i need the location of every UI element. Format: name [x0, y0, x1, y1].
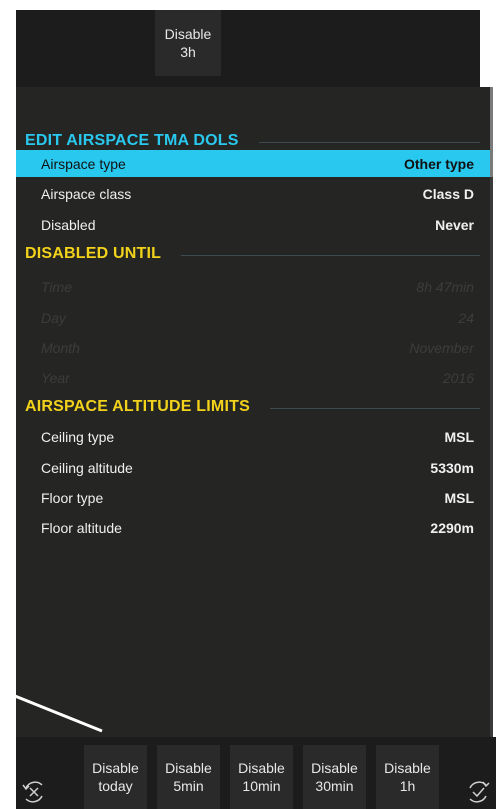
row-value: 2016	[442, 369, 474, 386]
row-value: 24	[458, 309, 474, 326]
row-label: Disabled	[41, 216, 96, 233]
disable-30min-button[interactable]: Disable 30min	[303, 745, 366, 809]
row-label: Time	[41, 278, 72, 295]
button-line2: 3h	[180, 44, 196, 60]
row-label: Airspace class	[41, 185, 132, 202]
scrollbar-thumb[interactable]	[490, 87, 493, 177]
button-line2: today	[98, 778, 133, 794]
disabled-row[interactable]: Disabled Never	[16, 211, 490, 238]
row-label: Ceiling altitude	[41, 459, 133, 476]
row-value: MSL	[444, 428, 474, 445]
row-label: Airspace type	[41, 155, 126, 172]
row-label: Day	[41, 309, 66, 326]
button-line1: Disable	[164, 26, 212, 42]
disable-today-button[interactable]: Disable today	[84, 745, 147, 809]
row-value: 5330m	[430, 459, 474, 476]
floor-type-row[interactable]: Floor type MSL	[16, 484, 490, 511]
day-row: Day 24	[16, 304, 490, 331]
button-line1: Disable	[238, 760, 285, 776]
year-row: Year 2016	[16, 364, 490, 391]
row-label: Month	[41, 339, 80, 356]
row-value: Other type	[403, 155, 474, 172]
airspace-type-row[interactable]: Airspace type Other type	[16, 150, 490, 177]
disable-5min-button[interactable]: Disable 5min	[157, 745, 220, 809]
scrollbar-track[interactable]	[490, 87, 493, 737]
row-value: Never	[435, 216, 474, 233]
section-divider	[258, 141, 480, 143]
button-line2: 30min	[315, 778, 354, 794]
row-value: 2290m	[430, 519, 474, 536]
button-line2: 5min	[173, 778, 204, 794]
row-value: 8h 47min	[416, 278, 474, 295]
button-line1: Disable	[92, 760, 139, 776]
disable-1h-button[interactable]: Disable 1h	[376, 745, 439, 809]
row-label: Year	[41, 369, 70, 386]
rotate-confirm-icon[interactable]	[464, 778, 492, 806]
section-title: DISABLED UNTIL	[25, 245, 162, 262]
callout-pointer	[0, 690, 103, 733]
floor-altitude-row[interactable]: Floor altitude 2290m	[16, 514, 490, 541]
airspace-class-row[interactable]: Airspace class Class D	[16, 180, 490, 207]
time-row: Time 8h 47min	[16, 273, 490, 300]
row-value: Class D	[422, 185, 474, 202]
button-line2: 10min	[242, 778, 281, 794]
row-label: Floor type	[41, 489, 104, 506]
ceiling-altitude-row[interactable]: Ceiling altitude 5330m	[16, 454, 490, 481]
disable-10min-button[interactable]: Disable 10min	[230, 745, 293, 809]
top-toolbar: Disable 3h	[16, 10, 480, 87]
button-line2: 1h	[399, 778, 416, 794]
altitude-limits-section-header: AIRSPACE ALTITUDE LIMITS	[25, 395, 480, 419]
button-line1: Disable	[165, 760, 212, 776]
disable-3h-button[interactable]: Disable 3h	[155, 10, 221, 76]
section-divider	[181, 254, 480, 256]
ceiling-type-row[interactable]: Ceiling type MSL	[16, 423, 490, 450]
section-title: AIRSPACE ALTITUDE LIMITS	[25, 398, 250, 415]
row-value: November	[409, 339, 474, 356]
month-row: Month November	[16, 334, 490, 361]
section-divider	[269, 407, 480, 409]
row-label: Ceiling type	[41, 428, 115, 445]
row-value: MSL	[444, 489, 474, 506]
section-title: EDIT AIRSPACE TMA DOLS	[25, 132, 239, 149]
rotate-cancel-icon[interactable]	[20, 778, 48, 806]
disabled-until-section-header: DISABLED UNTIL	[25, 242, 480, 266]
row-label: Floor altitude	[41, 519, 122, 536]
button-line1: Disable	[384, 760, 431, 776]
button-line1: Disable	[311, 760, 358, 776]
